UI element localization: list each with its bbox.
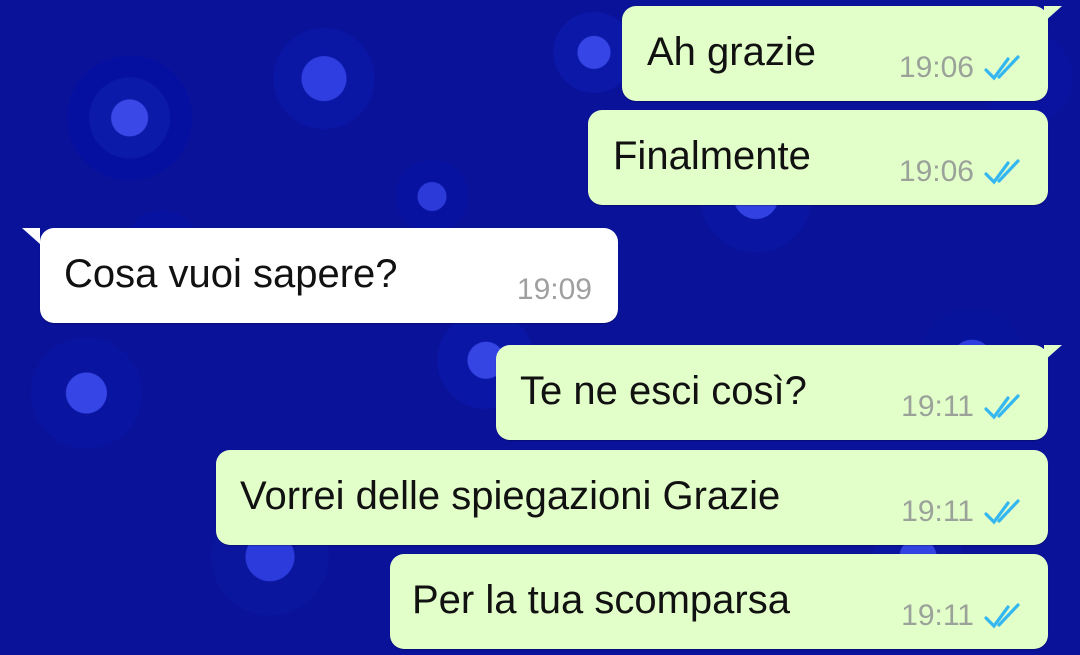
double-check-read-icon [984, 55, 1020, 81]
message-bubble-outgoing[interactable]: Finalmente 19:06 [588, 110, 1048, 205]
message-bubble-outgoing[interactable]: Vorrei delle spiegazioni Grazie 19:11 [216, 450, 1048, 545]
message-bubble-incoming[interactable]: Cosa vuoi sapere? 19:09 [22, 228, 618, 323]
message-time: 19:06 [898, 155, 974, 188]
message-text: Te ne esci così? [520, 369, 807, 413]
message-bubble-outgoing[interactable]: Te ne esci così? 19:11 [496, 345, 1062, 440]
message-text: Per la tua scomparsa [412, 578, 790, 622]
bubble-tail [22, 228, 40, 244]
message-text: Finalmente [613, 134, 811, 178]
message-time: 19:11 [901, 599, 974, 632]
double-check-read-icon [984, 499, 1020, 525]
bubble-tail [1044, 6, 1062, 22]
message-text: Cosa vuoi sapere? [64, 252, 398, 296]
double-check-read-icon [984, 159, 1020, 185]
message-meta: 19:11 [901, 599, 1026, 633]
message-meta: 19:06 [899, 51, 1026, 85]
message-text: Vorrei delle spiegazioni Grazie [240, 474, 781, 518]
message-meta: 19:11 [901, 390, 1026, 424]
message-meta: 19:06 [899, 155, 1026, 189]
message-time: 19:06 [898, 51, 974, 84]
message-bubble-outgoing[interactable]: Ah grazie 19:06 [622, 6, 1062, 101]
message-time: 19:11 [901, 495, 974, 528]
message-meta: 19:09 [517, 273, 592, 307]
message-time: 19:11 [901, 390, 974, 423]
message-text: Ah grazie [647, 30, 816, 74]
message-time: 19:09 [516, 273, 592, 306]
message-meta: 19:11 [901, 495, 1026, 529]
bubble-tail [1044, 345, 1062, 361]
message-bubble-outgoing[interactable]: Per la tua scomparsa 19:11 [390, 554, 1048, 649]
double-check-read-icon [984, 603, 1020, 629]
double-check-read-icon [984, 394, 1020, 420]
